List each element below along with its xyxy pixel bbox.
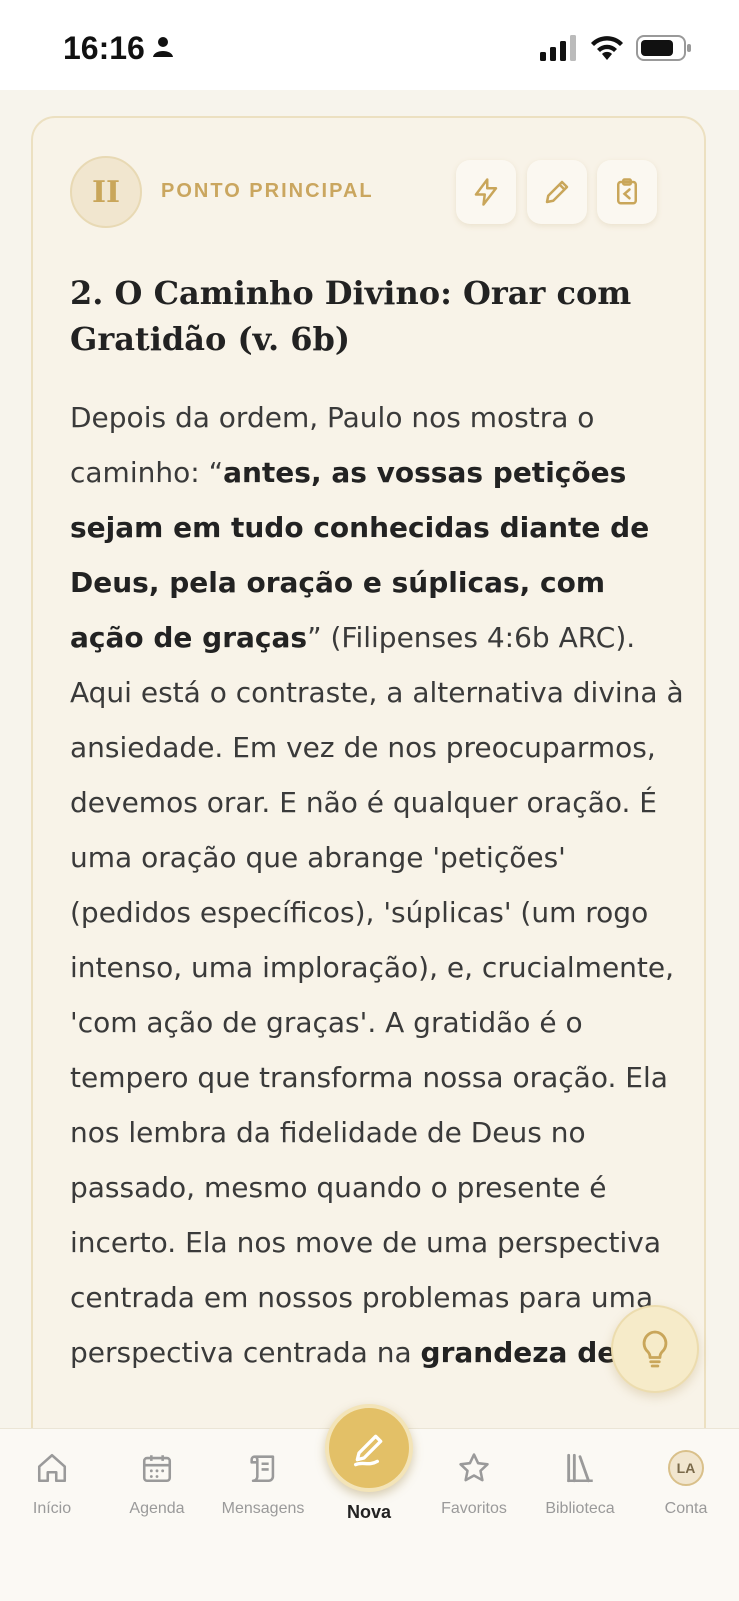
- section-label: PONTO PRINCIPAL: [161, 180, 374, 202]
- tab-conta[interactable]: LA Conta: [636, 1448, 736, 1518]
- books-icon: [567, 1453, 593, 1483]
- body-run: ” (Filipenses 4:6b ARC). Aqui está o con…: [70, 621, 684, 1369]
- insight-button[interactable]: [611, 1305, 699, 1393]
- clipboard-icon: [617, 178, 637, 205]
- tab-label: Agenda: [129, 1500, 185, 1517]
- tab-label: Conta: [664, 1500, 708, 1517]
- pen-icon: [354, 1434, 383, 1467]
- quick-action-button[interactable]: [456, 160, 516, 224]
- lightning-icon: [474, 178, 498, 206]
- tab-label: Mensagens: [221, 1500, 305, 1517]
- tab-agenda[interactable]: Agenda: [107, 1448, 207, 1518]
- pencil-icon: [545, 180, 569, 204]
- tab-nova[interactable]: Nova: [319, 1502, 419, 1523]
- point-title: 2. O Caminho Divino: Orar com Gratidão (…: [70, 274, 632, 358]
- person-icon: [153, 37, 173, 57]
- battery-icon: [636, 35, 691, 61]
- tab-biblioteca[interactable]: Biblioteca: [530, 1448, 630, 1518]
- edit-button[interactable]: [527, 160, 587, 224]
- tab-favoritos[interactable]: Favoritos: [424, 1448, 524, 1518]
- calendar-icon: [142, 1455, 172, 1483]
- tab-label: Nova: [346, 1502, 391, 1522]
- clipboard-button[interactable]: [597, 160, 657, 224]
- status-time: 16:16: [63, 30, 145, 66]
- tab-inicio[interactable]: Início: [2, 1448, 102, 1518]
- new-message-button[interactable]: [325, 1404, 413, 1492]
- status-bar: 16:16: [0, 0, 739, 90]
- signal-icon: [540, 35, 576, 61]
- tab-mensagens[interactable]: Mensagens: [213, 1448, 313, 1518]
- home-icon: [37, 1453, 67, 1483]
- point-numeral-badge: II: [70, 156, 142, 228]
- tab-label: Biblioteca: [545, 1500, 615, 1517]
- tab-label: Início: [32, 1500, 72, 1517]
- star-icon: [459, 1453, 489, 1482]
- body-emphasis: grandeza de: [420, 1336, 617, 1369]
- wifi-icon: [591, 36, 623, 60]
- point-body-text: Depois da ordem, Paulo nos mostra o cami…: [70, 390, 688, 1412]
- avatar: LA: [668, 1450, 704, 1486]
- scroll-icon: [250, 1455, 275, 1483]
- lightbulb-icon: [642, 1330, 668, 1368]
- tab-label: Favoritos: [441, 1500, 507, 1517]
